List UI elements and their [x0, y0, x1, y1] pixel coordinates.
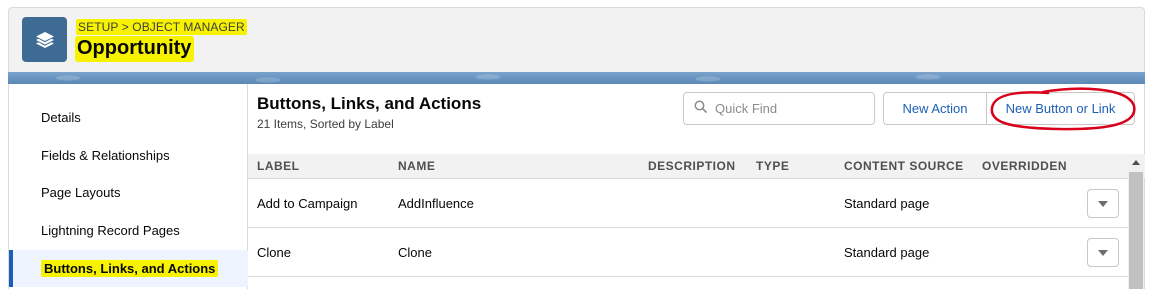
cell-label: Clone	[257, 245, 291, 260]
cell-name: Clone	[398, 245, 432, 260]
quick-find-input[interactable]	[715, 101, 865, 116]
column-header-overridden[interactable]: OVERRIDDEN	[982, 154, 1067, 179]
sidebar-item-lightning-record-pages[interactable]: Lightning Record Pages	[9, 212, 248, 249]
new-action-button[interactable]: New Action	[883, 92, 987, 125]
header-decorative-band	[8, 72, 1145, 84]
layers-icon	[22, 17, 67, 62]
quick-find-box[interactable]	[683, 92, 875, 125]
table-row: Add to Campaign AddInfluence Standard pa…	[248, 179, 1128, 228]
scroll-up-arrow-icon[interactable]	[1128, 156, 1144, 168]
cell-label: Add to Campaign	[257, 196, 358, 211]
header-button-group: New Action New Button or Link	[883, 92, 1135, 125]
chevron-down-icon	[1098, 249, 1108, 256]
sidebar-item-label: Details	[41, 110, 81, 125]
sidebar-item-fields-relationships[interactable]: Fields & Relationships	[9, 137, 248, 174]
cell-name: AddInfluence	[398, 196, 474, 211]
column-header-label[interactable]: LABEL	[257, 154, 300, 179]
cell-content-source: Standard page	[844, 196, 930, 211]
section-title: Buttons, Links, and Actions	[257, 94, 482, 113]
sidebar-item-buttons-links-actions[interactable]: Buttons, Links, and Actions	[9, 250, 248, 287]
table-header: LABEL NAME DESCRIPTION TYPE CONTENT SOUR…	[248, 154, 1145, 179]
sidebar-item-label: Lightning Record Pages	[41, 223, 180, 238]
column-header-description[interactable]: DESCRIPTION	[648, 154, 736, 179]
column-header-type[interactable]: TYPE	[756, 154, 789, 179]
object-header: SETUP > OBJECT MANAGER Opportunity	[8, 7, 1145, 73]
column-header-content-source[interactable]: CONTENT SOURCE	[844, 154, 964, 179]
new-button-or-link-button[interactable]: New Button or Link	[987, 92, 1135, 125]
cell-content-source: Standard page	[844, 245, 930, 260]
page-title: Opportunity	[75, 36, 195, 62]
row-actions-button[interactable]	[1087, 238, 1119, 267]
sidebar-nav: Details Fields & Relationships Page Layo…	[8, 84, 248, 289]
sidebar-item-page-layouts[interactable]: Page Layouts	[9, 174, 248, 211]
sidebar-item-label: Fields & Relationships	[41, 148, 170, 163]
scrollbar-thumb[interactable]	[1129, 172, 1143, 289]
main-panel: Buttons, Links, and Actions 21 Items, So…	[248, 84, 1145, 289]
search-icon	[694, 100, 707, 118]
sidebar-item-label: Buttons, Links, and Actions	[41, 260, 219, 277]
sidebar-item-label: Page Layouts	[41, 185, 121, 200]
item-count-subtitle: 21 Items, Sorted by Label	[257, 117, 394, 131]
column-header-name[interactable]: NAME	[398, 154, 435, 179]
sidebar-item-details[interactable]: Details	[9, 99, 248, 136]
chevron-down-icon	[1098, 200, 1108, 207]
row-actions-button[interactable]	[1087, 189, 1119, 218]
table-row: Clone Clone Standard page	[248, 228, 1128, 277]
breadcrumb[interactable]: SETUP > OBJECT MANAGER	[76, 19, 247, 35]
